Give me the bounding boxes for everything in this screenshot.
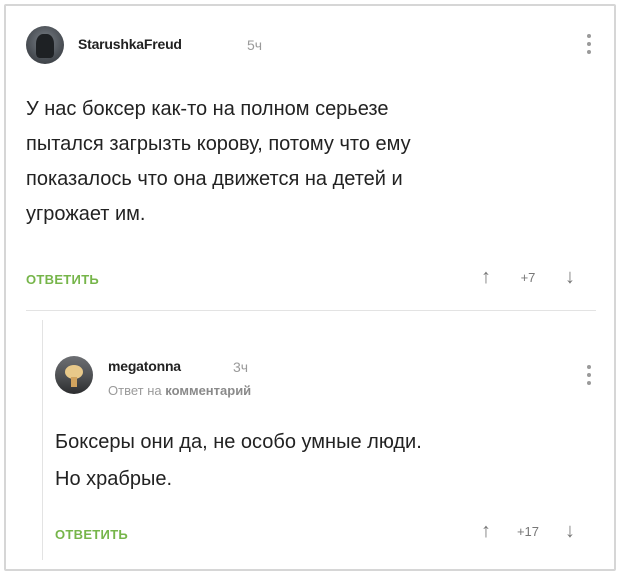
- reply-context-link[interactable]: комментарий: [165, 383, 251, 398]
- reply-context: Ответ на комментарий: [108, 383, 251, 398]
- downvote-arrow-icon[interactable]: ↓: [558, 520, 582, 543]
- avatar[interactable]: [26, 26, 64, 64]
- reply-timestamp: 3ч: [233, 359, 249, 375]
- comment-username[interactable]: StarushkaFreud: [78, 36, 182, 52]
- reply-button[interactable]: ОТВЕТИТЬ: [55, 527, 128, 542]
- upvote-arrow-icon[interactable]: ↑: [474, 520, 498, 543]
- divider: [26, 310, 596, 311]
- comment-timestamp: 5ч: [247, 37, 263, 53]
- comment-text: У нас боксер как-то на полном серьезе пы…: [26, 98, 411, 225]
- more-options-icon[interactable]: [587, 34, 593, 54]
- vote-controls: ↑ +7 ↓: [474, 266, 582, 289]
- reply-button[interactable]: ОТВЕТИТЬ: [26, 272, 99, 287]
- downvote-arrow-icon[interactable]: ↓: [558, 266, 582, 289]
- upvote-arrow-icon[interactable]: ↑: [474, 266, 498, 289]
- vote-score: +17: [516, 524, 540, 539]
- reply-username[interactable]: megatonna: [108, 358, 181, 374]
- reply-branch-line: [42, 320, 43, 560]
- avatar[interactable]: [55, 356, 93, 394]
- more-options-icon[interactable]: [587, 365, 593, 385]
- reply-context-prefix: Ответ на: [108, 383, 162, 398]
- vote-score: +7: [520, 270, 536, 285]
- vote-controls: ↑ +17 ↓: [474, 520, 582, 543]
- reply-text: Боксеры они да, не особо умные люди. Но …: [55, 431, 422, 490]
